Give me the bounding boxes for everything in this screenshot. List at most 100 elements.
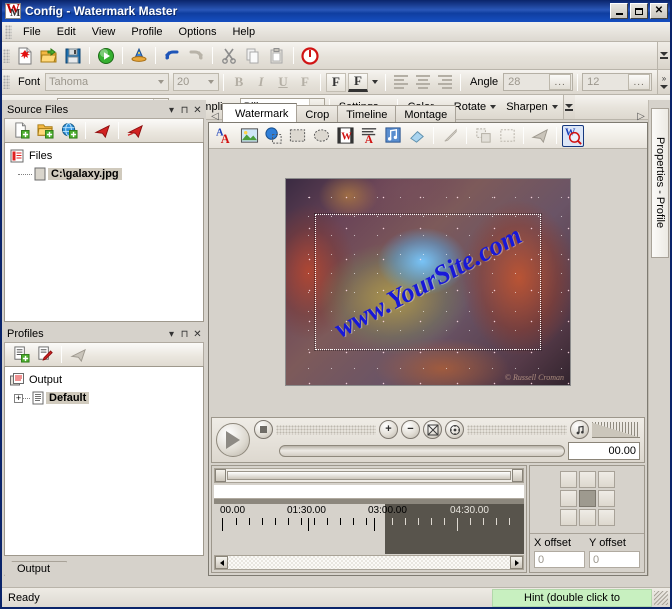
status-hint[interactable]: Hint (double click to: [492, 589, 652, 607]
seek-slider[interactable]: [279, 445, 565, 457]
underline-button[interactable]: U: [273, 73, 293, 92]
minimize-button[interactable]: [610, 3, 628, 19]
cut-scissors-icon[interactable]: [218, 45, 240, 67]
zoom-in-button[interactable]: +: [379, 420, 398, 439]
anchor-cell-center[interactable]: [579, 490, 596, 507]
font-color-button[interactable]: F: [326, 73, 346, 92]
timeline-scroll-right-button[interactable]: [510, 556, 523, 569]
list-item[interactable]: C:\galaxy.jpg: [8, 165, 200, 183]
angle-browse-button[interactable]: ...: [549, 74, 571, 90]
fit-to-window-button[interactable]: [423, 420, 442, 439]
volume-slider[interactable]: [592, 422, 640, 438]
redo-icon[interactable]: [185, 45, 207, 67]
tab-output[interactable]: Output: [4, 561, 67, 576]
list-item[interactable]: + Default: [8, 389, 200, 407]
secondary-numeric-field[interactable]: 12 ...: [582, 73, 652, 91]
timeline-scroll-left-button[interactable]: [215, 556, 228, 569]
timeline-range-scrollbar[interactable]: [214, 468, 524, 483]
audio-button[interactable]: [570, 420, 589, 439]
preview-canvas[interactable]: www.YourSite.com © Russell Croman: [209, 149, 647, 415]
select-all-icon[interactable]: [496, 125, 518, 147]
tab-crop[interactable]: Crop: [296, 105, 338, 122]
maximize-button[interactable]: [630, 3, 648, 19]
timeline-range-left-handle[interactable]: [215, 469, 226, 482]
y-offset-input[interactable]: 0: [589, 551, 640, 568]
anchor-cell-bottom-center[interactable]: [579, 509, 596, 526]
rectangle-icon[interactable]: [286, 125, 308, 147]
align-left-button[interactable]: [391, 73, 411, 92]
font-highlight-button[interactable]: F: [348, 73, 368, 92]
tab-montage[interactable]: Montage: [395, 105, 456, 122]
tab-scroll-left-icon[interactable]: ◁: [208, 111, 222, 122]
x-offset-input[interactable]: 0: [534, 551, 585, 568]
timeline-horizontal-scrollbar[interactable]: [214, 555, 524, 570]
tab-properties-profile[interactable]: Properties - Profile: [651, 108, 669, 258]
tree-root-row[interactable]: Output: [8, 371, 200, 389]
shape-watermark-icon[interactable]: [262, 125, 284, 147]
font-highlight-chevron-down-icon[interactable]: [369, 80, 381, 84]
add-url-icon[interactable]: [58, 120, 80, 142]
timeline-range-right-handle[interactable]: [512, 469, 523, 482]
font-size-combo[interactable]: 20: [173, 73, 219, 91]
undo-icon[interactable]: [161, 45, 183, 67]
wizard-hat-icon[interactable]: [128, 45, 150, 67]
bold-button[interactable]: B: [229, 73, 249, 92]
new-icon[interactable]: [14, 45, 36, 67]
add-file-icon[interactable]: [10, 120, 32, 142]
save-disk-icon[interactable]: [62, 45, 84, 67]
source-files-menu-icon[interactable]: ▾: [165, 105, 178, 116]
toolbar-overflow-button[interactable]: [657, 42, 670, 69]
italic-button[interactable]: I: [251, 73, 271, 92]
preview-zoom-icon[interactable]: W: [562, 125, 584, 147]
anchor-cell-top-center[interactable]: [579, 471, 596, 488]
edit-pencil-icon[interactable]: [439, 125, 461, 147]
source-files-tree[interactable]: Files C:\galaxy.jpg: [4, 142, 204, 322]
main-toolbar-grip[interactable]: [3, 49, 10, 63]
anchor-cell-middle-left[interactable]: [560, 490, 577, 507]
resize-grip[interactable]: [654, 591, 668, 605]
tab-scroll-right-icon[interactable]: ▷: [634, 111, 648, 122]
align-center-button[interactable]: [413, 73, 433, 92]
remove-file-icon[interactable]: [91, 120, 113, 142]
font-toolbar-grip[interactable]: [3, 75, 10, 89]
anchor-cell-bottom-left[interactable]: [560, 509, 577, 526]
timeline-ruler[interactable]: 00.00 01:30.00 03:00.00 04:30.00: [214, 504, 524, 554]
image-watermark-icon[interactable]: [238, 125, 260, 147]
profiles-tree[interactable]: Output + Default: [4, 366, 204, 556]
profiles-menu-icon[interactable]: ▾: [165, 329, 178, 340]
duplicate-icon[interactable]: [472, 125, 494, 147]
menu-file[interactable]: File: [15, 24, 49, 40]
source-files-close-icon[interactable]: ✕: [191, 105, 204, 116]
menu-grip[interactable]: [5, 25, 12, 39]
text-watermark-icon[interactable]: AA: [214, 125, 236, 147]
anchor-cell-bottom-right[interactable]: [598, 509, 615, 526]
time-display[interactable]: 00.00: [568, 442, 640, 460]
run-play-icon[interactable]: [95, 45, 117, 67]
profiles-close-icon[interactable]: ✕: [191, 329, 204, 340]
preview-image[interactable]: www.YourSite.com © Russell Croman: [285, 178, 571, 386]
expand-icon[interactable]: +: [14, 394, 23, 403]
tab-watermark[interactable]: Watermark: [222, 103, 297, 122]
menu-edit[interactable]: Edit: [49, 24, 84, 40]
marquee-text-icon[interactable]: A: [358, 125, 380, 147]
source-files-pin-icon[interactable]: ⊓: [178, 105, 191, 116]
zoom-out-button[interactable]: −: [401, 420, 420, 439]
edit-profile-icon[interactable]: [34, 344, 56, 366]
tab-timeline[interactable]: Timeline: [337, 105, 396, 122]
anchor-cell-middle-right[interactable]: [598, 490, 615, 507]
delete-icon[interactable]: [529, 125, 551, 147]
add-folder-icon[interactable]: [34, 120, 56, 142]
font-name-combo[interactable]: Tahoma: [45, 73, 169, 91]
audio-icon[interactable]: [382, 125, 404, 147]
timeline-track-area[interactable]: [214, 485, 524, 499]
align-right-button[interactable]: [435, 73, 455, 92]
stop-button[interactable]: [254, 420, 273, 439]
menu-options[interactable]: Options: [171, 24, 225, 40]
new-profile-icon[interactable]: [10, 344, 32, 366]
anchor-cell-top-right[interactable]: [598, 471, 615, 488]
secondary-browse-button[interactable]: ...: [628, 74, 650, 90]
remove-all-icon[interactable]: [124, 120, 146, 142]
anchor-cell-top-left[interactable]: [560, 471, 577, 488]
play-button[interactable]: [216, 423, 250, 457]
font-toolbar-overflow-button[interactable]: »: [657, 70, 670, 94]
